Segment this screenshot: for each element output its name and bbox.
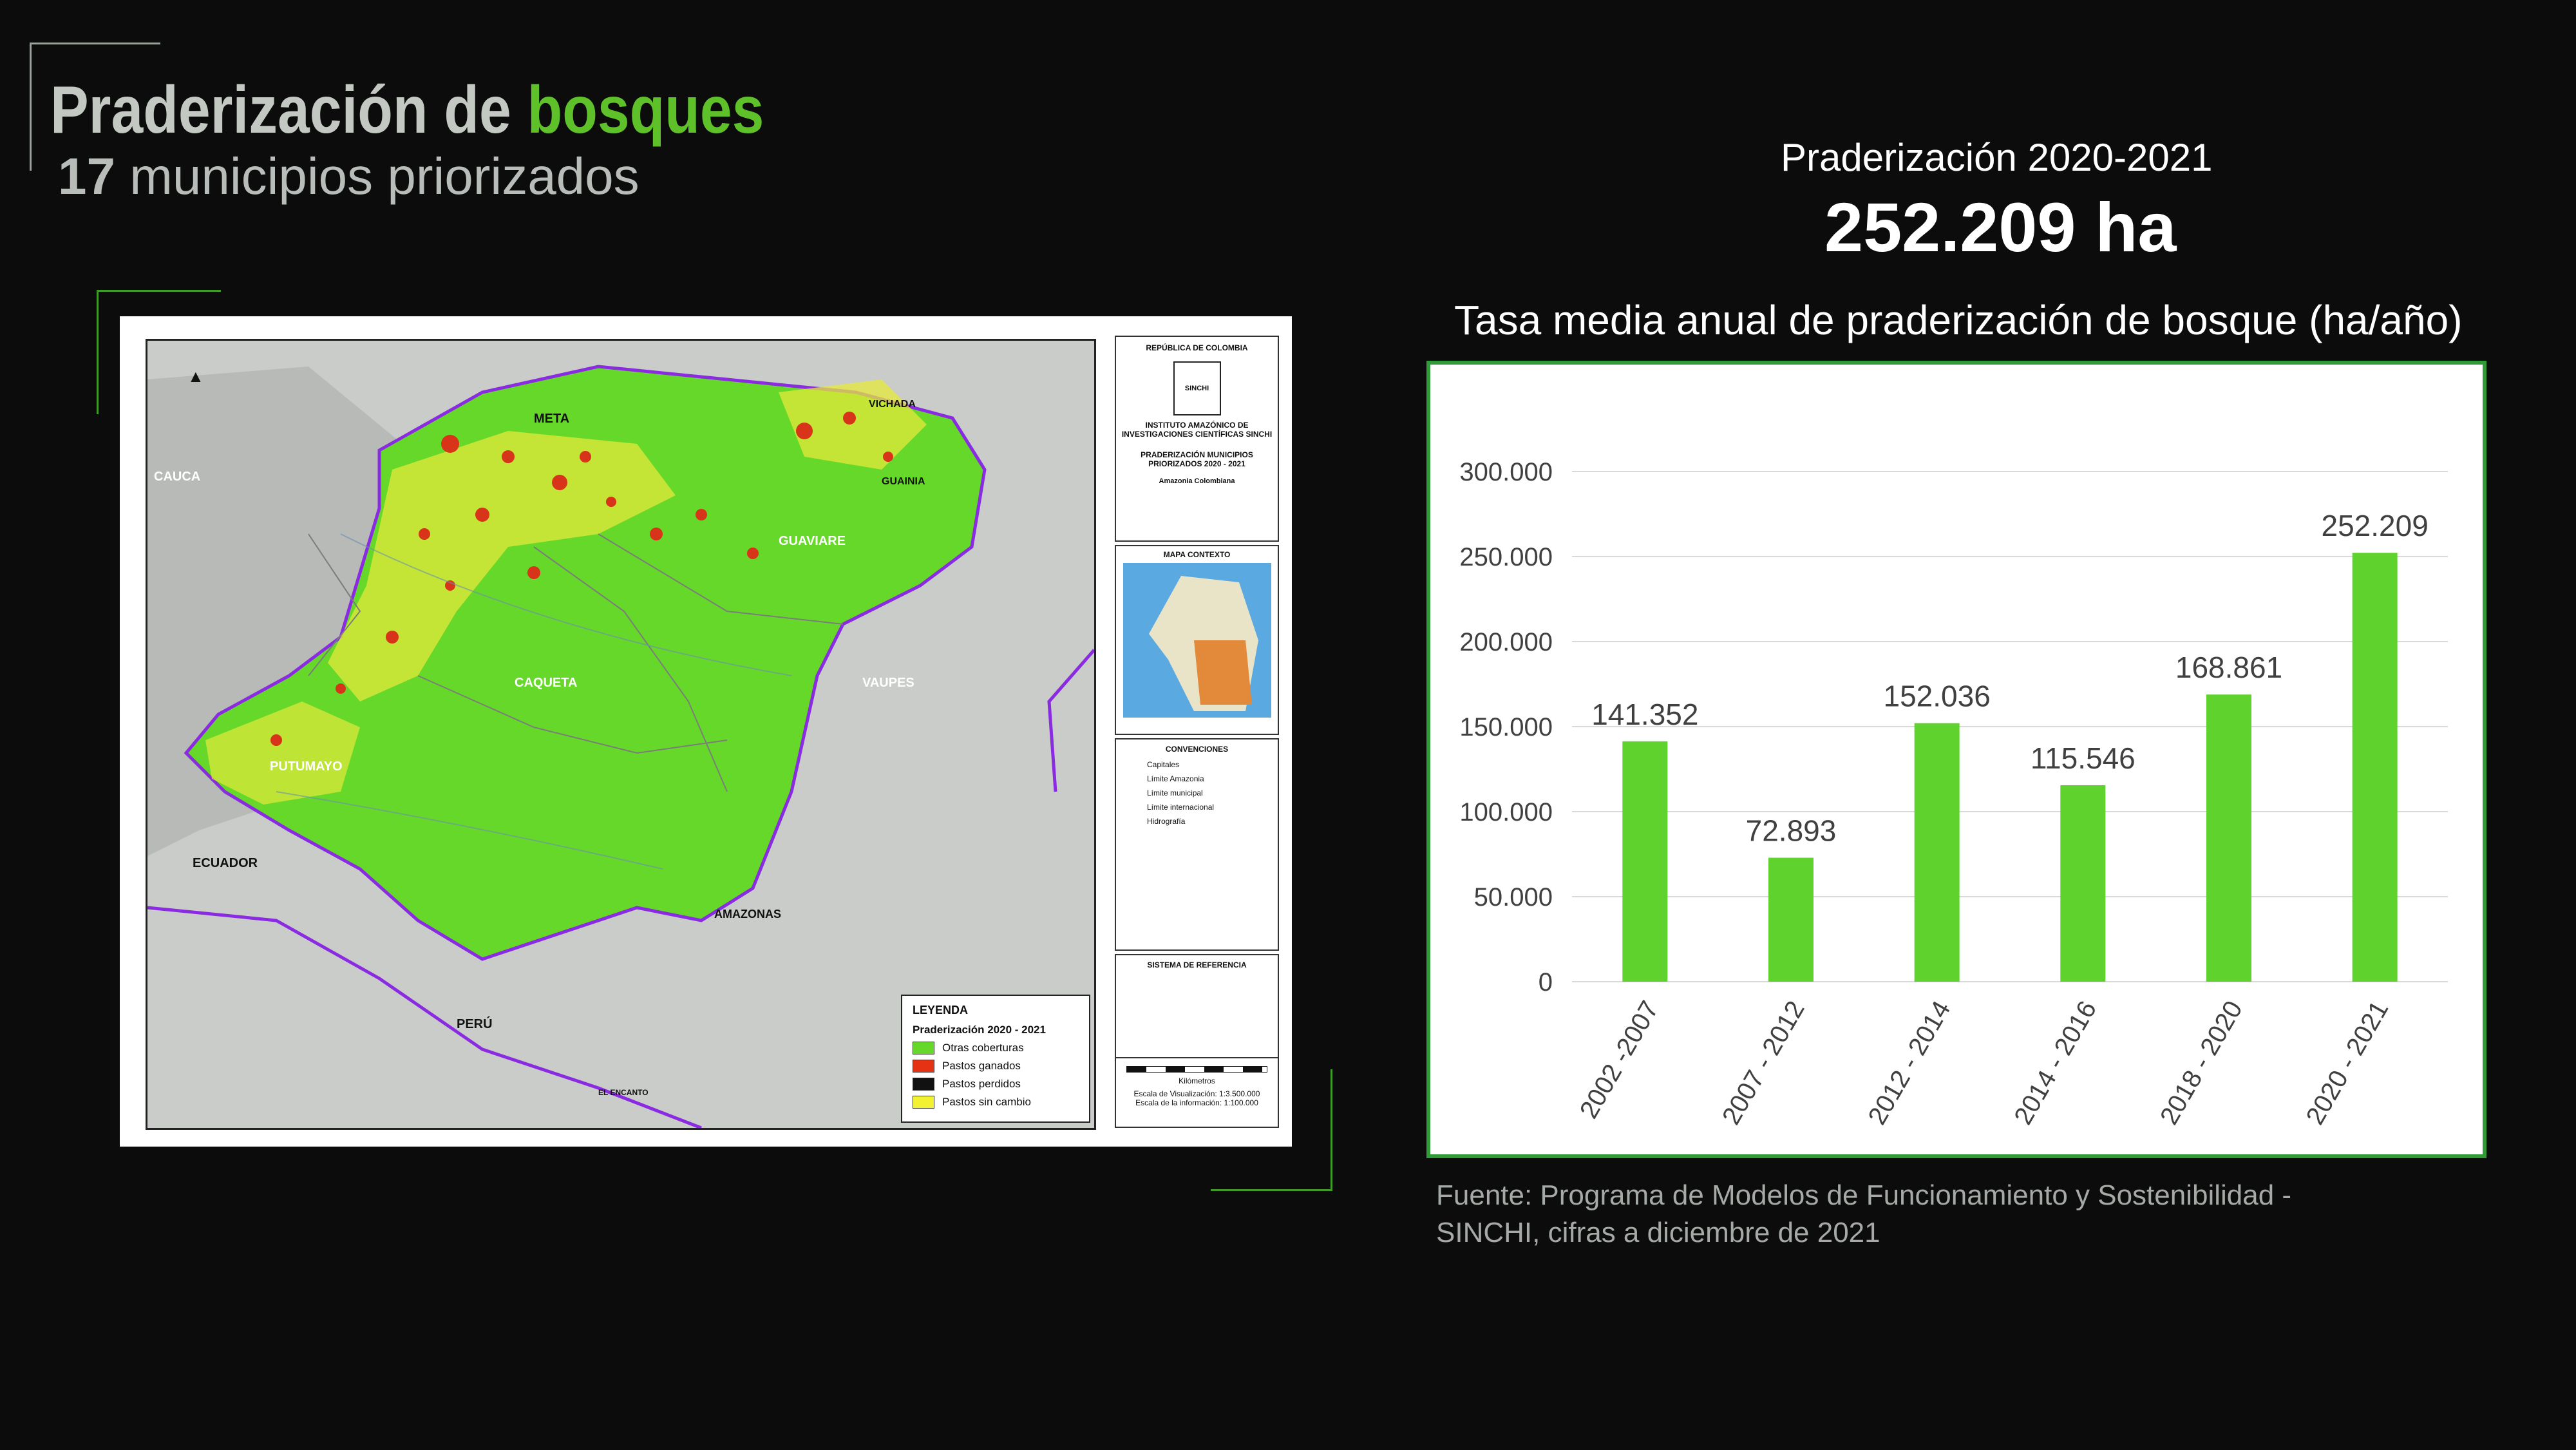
legend-item-label: Pastos sin cambio (942, 1096, 1031, 1108)
map-label-el-encanto: EL ENCANTO (598, 1088, 649, 1097)
legend-item: Pastos perdidos (913, 1076, 1089, 1092)
map-institute: INSTITUTO AMAZÓNICO DE INVESTIGACIONES C… (1121, 421, 1273, 439)
map-panel: META VICHADA GUAINIA GUAVIARE CAUCA CAQU… (120, 316, 1292, 1147)
convention-item: Límite Amazonia (1147, 774, 1204, 783)
bar (2206, 694, 2251, 982)
kpi-value: 252.209 ha (1824, 188, 2177, 266)
scale-bar (1126, 1066, 1267, 1073)
y-tick-label: 150.000 (1459, 713, 1553, 741)
map-label-vichada: VICHADA (869, 399, 916, 410)
map-label-meta: META (534, 412, 570, 426)
bar-value-label: 72.893 (1746, 814, 1837, 848)
map-region: Amazonia Colombiana (1159, 477, 1235, 485)
map-label-putumayo: PUTUMAYO (270, 759, 343, 774)
legend-item-label: Pastos perdidos (942, 1078, 1021, 1090)
map-label-caqueta: CAQUETA (515, 676, 578, 690)
legend-swatch-red (913, 1060, 934, 1073)
legend-title: LEYENDA (913, 1004, 969, 1016)
legend-item-label: Otras coberturas (942, 1042, 1024, 1054)
title-main: Praderización de (50, 73, 511, 148)
subtitle-number: 17 (58, 148, 115, 205)
conventions-block: CONVENCIONES Capitales Límite Amazonia L… (1115, 738, 1279, 951)
reference-title: SISTEMA DE REFERENCIA (1147, 960, 1247, 969)
x-tick-label: 2002 -2007 (1575, 997, 1664, 1123)
y-tick-label: 200.000 (1459, 628, 1553, 656)
bar-value-label: 141.352 (1591, 698, 1698, 731)
bar-value-label: 252.209 (2322, 509, 2429, 542)
north-arrow-icon: ▲ (187, 367, 204, 386)
map-sidebar: REPÚBLICA DE COLOMBIA SINCHI INSTITUTO A… (1115, 336, 1279, 1128)
legend-item-label: Pastos ganados (942, 1060, 1021, 1072)
scale-block: Kilómetros Escala de Visualización: 1:3.… (1115, 1057, 1279, 1128)
map-title-text: PRADERIZACIÓN MUNICIPIOS PRIORIZADOS 202… (1141, 450, 1253, 468)
chart-title: Tasa media anual de praderización de bos… (1454, 297, 2463, 343)
bar (1622, 741, 1668, 982)
y-tick-label: 250.000 (1459, 543, 1553, 571)
map-image: META VICHADA GUAINIA GUAVIARE CAUCA CAQU… (146, 339, 1096, 1130)
bar-chart: 0 50.000 100.000 150.000 200.000 250.000 300.0… (1426, 361, 2486, 1158)
bar-value-label: 152.036 (1884, 680, 1991, 713)
bar-value-label: 168.861 (2175, 651, 2282, 684)
title-accent: bosques (527, 73, 764, 148)
bar-value-label: 115.546 (2031, 741, 2136, 775)
x-tick-label: 2018 - 2020 (2155, 997, 2248, 1130)
map-label-guaviare: GUAVIARE (779, 534, 846, 548)
y-tick-label: 50.000 (1474, 883, 1553, 911)
convention-item: Hidrografía (1147, 817, 1186, 826)
map-label-amazonas: AMAZONAS (714, 908, 781, 921)
y-tick-label: 100.000 (1459, 798, 1553, 826)
map-legend: LEYENDA Praderización 2020 - 2021 Otras … (901, 995, 1090, 1123)
convention-item: Límite municipal (1147, 788, 1203, 797)
legend-swatch-green (913, 1042, 934, 1054)
bar (1768, 857, 1814, 982)
convention-item: Capitales (1147, 760, 1180, 769)
x-tick-label: 2007 - 2012 (1717, 997, 1810, 1130)
x-tick-label: 2012 - 2014 (1863, 997, 1956, 1130)
x-tick-label: 2014 - 2016 (2009, 997, 2102, 1130)
bar (2352, 553, 2398, 982)
legend-item: Pastos ganados (913, 1058, 1089, 1074)
scale-unit: Kilómetros (1179, 1076, 1215, 1085)
kpi-label: Praderización 2020-2021 (1781, 136, 2213, 179)
sinchi-logo: SINCHI (1173, 361, 1221, 415)
context-map-image (1122, 563, 1271, 718)
legend-item: Otras coberturas (913, 1040, 1089, 1056)
subtitle-text: municipios priorizados (129, 148, 639, 205)
legend-item: Pastos sin cambio (913, 1094, 1089, 1110)
map-country: REPÚBLICA DE COLOMBIA (1146, 343, 1248, 352)
map-label-ecuador: ECUADOR (193, 856, 258, 870)
map-label-vaupes: VAUPES (862, 676, 914, 690)
legend-subtitle: Praderización 2020 - 2021 (913, 1024, 1046, 1036)
source-note: Fuente: Programa de Modelos de Funcionam… (1436, 1179, 2292, 1248)
bar-chart-svg: 0 50.000 100.000 150.000 200.000 250.000 300.0… (1459, 458, 2448, 1130)
map-label-peru: PERÚ (457, 1017, 493, 1031)
conventions-title: CONVENCIONES (1165, 745, 1229, 754)
legend-swatch-yellow (913, 1096, 934, 1109)
x-tick-label: 2020 - 2021 (2301, 997, 2394, 1130)
bar (2060, 785, 2106, 982)
context-map-block: MAPA CONTEXTO (1115, 545, 1279, 735)
map-label-cauca: CAUCA (154, 470, 201, 484)
context-map-title: MAPA CONTEXTO (1163, 550, 1231, 559)
scale-info: Escala de la información: 1:100.000 (1135, 1098, 1258, 1107)
y-tick-label: 300.000 (1459, 458, 1553, 486)
bar (1914, 723, 1960, 982)
y-tick-label: 0 (1539, 968, 1553, 997)
scale-view: Escala de Visualización: 1:3.500.000 (1133, 1089, 1260, 1098)
map-label-guainia: GUAINIA (882, 476, 925, 487)
convention-item: Límite internacional (1147, 803, 1215, 812)
map-title-block: REPÚBLICA DE COLOMBIA SINCHI INSTITUTO A… (1115, 336, 1279, 542)
page-subtitle: 17 municipios priorizados (58, 147, 639, 206)
legend-swatch-black (913, 1078, 934, 1091)
page-title: Praderización de bosques (50, 72, 764, 149)
